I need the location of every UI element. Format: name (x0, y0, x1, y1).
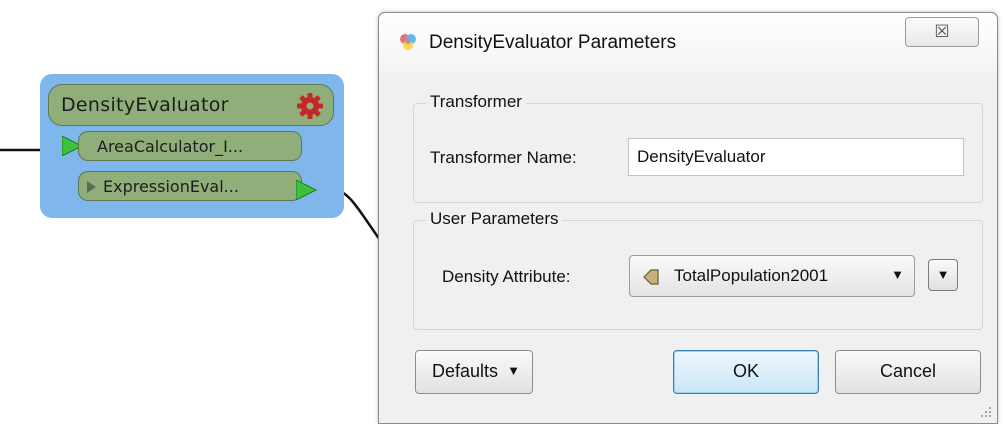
defaults-chevron-down-icon: ▼ (507, 363, 520, 378)
dialog-title: DensityEvaluator Parameters (429, 32, 677, 53)
output-port-arrow-icon[interactable] (296, 180, 318, 200)
transformer-header[interactable]: DensityEvaluator (48, 84, 334, 126)
gear-icon[interactable] (295, 91, 325, 121)
output-port[interactable]: ExpressionEval... (78, 171, 302, 201)
defaults-button[interactable]: Defaults ▼ (415, 350, 533, 394)
defaults-button-label: Defaults (432, 361, 499, 381)
ok-button-label: OK (732, 361, 759, 381)
attribute-menu-button[interactable]: ▼ (928, 259, 958, 291)
density-attribute-label: Density Attribute: (442, 267, 571, 286)
expand-arrow-icon[interactable] (87, 181, 97, 193)
input-port-label: AreaCalculator_I... (97, 137, 244, 156)
transformer-name-input[interactable] (628, 138, 964, 176)
close-button[interactable]: ☒ (905, 17, 979, 47)
density-attribute-select[interactable]: TotalPopulation2001 ▼ (629, 255, 915, 297)
transformer-title: DensityEvaluator (61, 94, 229, 116)
transformer-group: Transformer Transformer Name: (413, 92, 983, 203)
chevron-down-icon: ▼ (891, 267, 904, 282)
resize-grip-icon[interactable] (979, 405, 993, 419)
transformer-name-label: Transformer Name: (430, 148, 577, 167)
fme-app-icon (400, 34, 416, 50)
menu-arrow-icon: ▼ (936, 267, 950, 282)
dialog-title-bar[interactable]: DensityEvaluator Parameters ☒ (379, 13, 997, 73)
ok-button[interactable]: OK (673, 350, 819, 394)
transformer-node[interactable]: DensityEvaluator AreaCalculator_I... Exp… (40, 74, 344, 218)
cancel-button[interactable]: Cancel (835, 350, 981, 394)
cancel-button-label: Cancel (879, 361, 937, 381)
user-parameters-group-title: User Parameters (426, 209, 563, 229)
transformer-group-title: Transformer (426, 92, 526, 112)
density-attribute-value: TotalPopulation2001 (674, 266, 829, 285)
attribute-icon (643, 269, 659, 285)
user-parameters-group: User Parameters Density Attribute: Total… (413, 209, 983, 330)
parameters-dialog: DensityEvaluator Parameters ☒ Transforme… (378, 12, 998, 424)
input-port[interactable]: AreaCalculator_I... (78, 131, 302, 161)
close-icon: ☒ (934, 22, 950, 41)
output-port-label: ExpressionEval... (103, 177, 239, 196)
